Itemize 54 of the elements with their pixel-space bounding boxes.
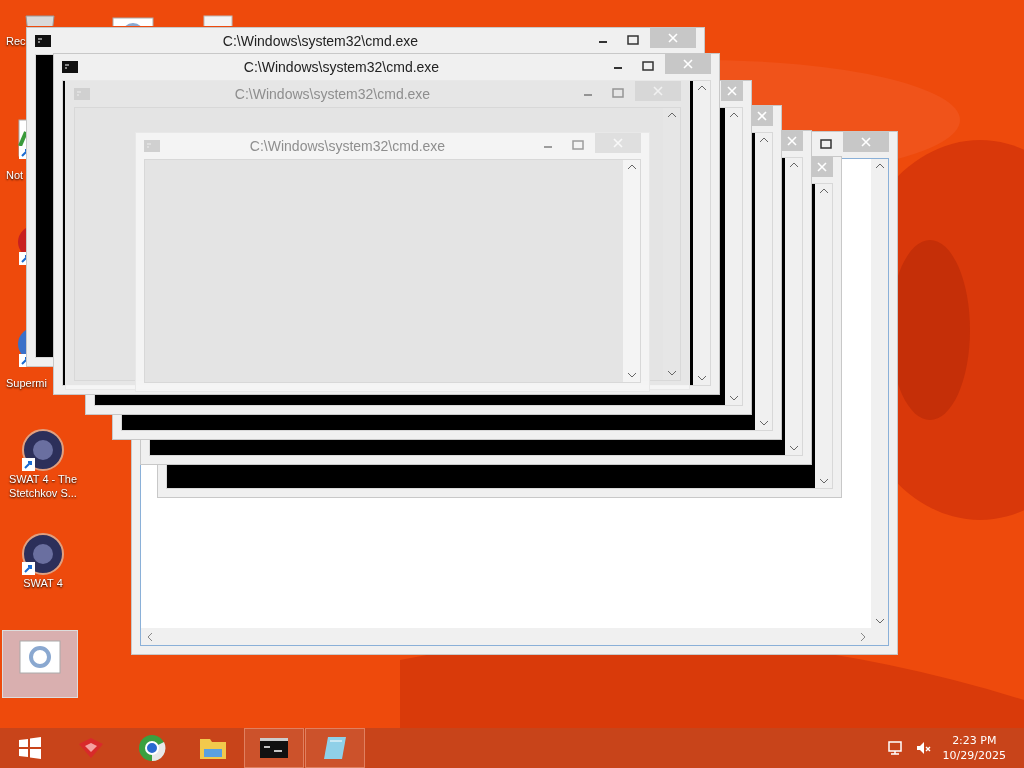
notepad-icon (322, 735, 348, 761)
clock-date[interactable]: 10/29/2025 (942, 748, 1006, 763)
clock-time[interactable]: 2:23 PM (952, 733, 997, 748)
console-icon (144, 140, 160, 152)
close-icon (653, 86, 663, 96)
close-icon (787, 136, 797, 146)
scroll-right-icon[interactable] (860, 631, 866, 642)
console-icon (62, 61, 78, 73)
scroll-up-icon[interactable] (728, 112, 739, 118)
toolbox-icon (76, 736, 106, 760)
console-icon (35, 35, 51, 47)
soldier-avatar-icon[interactable] (21, 428, 65, 472)
console-icon (260, 738, 288, 758)
windows-logo-icon (18, 736, 42, 760)
network-icon[interactable] (886, 740, 903, 756)
speaker-muted-icon[interactable] (914, 740, 931, 756)
close-icon (613, 138, 623, 148)
scroll-up-icon[interactable] (666, 112, 677, 118)
taskbar-button[interactable] (244, 728, 304, 768)
scroll-down-icon[interactable] (788, 445, 799, 451)
window-title: C:\Windows\system32\cmd.exe (221, 33, 420, 49)
scroll-up-icon[interactable] (788, 162, 799, 168)
scroll-down-icon[interactable] (666, 370, 677, 376)
close-icon (757, 111, 767, 121)
shortcut-label: SWAT 4 - The Stetchkov S... (7, 472, 79, 500)
scroll-up-icon[interactable] (696, 85, 707, 91)
horizontal-scrollbar[interactable] (141, 628, 888, 645)
scroll-down-icon[interactable] (818, 478, 829, 484)
scroll-down-icon[interactable] (626, 372, 637, 378)
shortcut-label: Not (6, 168, 24, 182)
shortcut-label: SWAT 4 (22, 576, 64, 590)
scrollbar[interactable] (871, 159, 888, 628)
window-title: C:\Windows\system32\cmd.exe (242, 59, 441, 75)
window-title: C:\Windows\system32\cmd.exe (248, 138, 447, 154)
shortcut-label: Supermi (6, 376, 47, 390)
close-icon (861, 137, 871, 147)
scroll-down-icon[interactable] (758, 420, 769, 426)
scroll-down-icon[interactable] (696, 375, 707, 381)
scroll-down-icon[interactable] (728, 395, 739, 401)
scroll-up-icon[interactable] (818, 188, 829, 194)
window-title: C:\Windows\system32\cmd.exe (233, 86, 432, 102)
shortcut-label: Rec (6, 34, 26, 48)
scroll-up-icon[interactable] (758, 137, 769, 143)
close-icon (727, 86, 737, 96)
scroll-left-icon[interactable] (147, 631, 153, 642)
scroll-up-icon[interactable] (626, 164, 637, 170)
close-icon (668, 33, 678, 43)
scroll-down-icon[interactable] (874, 618, 885, 624)
close-icon (683, 59, 693, 69)
soldier-avatar-icon[interactable] (21, 532, 65, 576)
scroll-up-icon[interactable] (874, 163, 885, 169)
selected-shortcut[interactable] (2, 630, 78, 698)
browser-icon (138, 734, 166, 762)
close-icon (817, 162, 827, 172)
